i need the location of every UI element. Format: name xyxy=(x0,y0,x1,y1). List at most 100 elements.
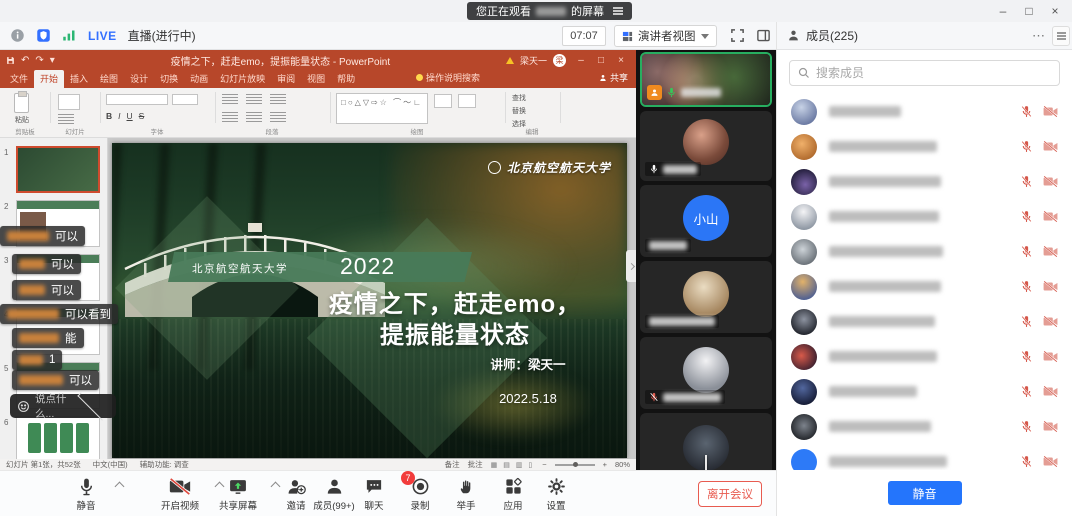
security-shield-icon[interactable] xyxy=(36,28,51,43)
member-row[interactable] xyxy=(777,444,1072,470)
member-row[interactable] xyxy=(777,234,1072,269)
paste-icon[interactable] xyxy=(14,93,29,113)
align-left-icon[interactable] xyxy=(222,112,238,122)
view-switcher-icons[interactable]: ▦ ▤ ▥ ▯ xyxy=(491,461,535,469)
chat-input-bar[interactable]: 说点什么... xyxy=(10,394,116,418)
mic-muted-icon[interactable] xyxy=(1020,105,1033,118)
font-size-select[interactable] xyxy=(172,94,198,105)
mic-muted-icon[interactable] xyxy=(1020,420,1033,433)
mic-muted-icon[interactable] xyxy=(1020,175,1033,188)
ribbon-tab[interactable]: 审阅 xyxy=(271,70,301,88)
start-video-button[interactable]: 开启视频 xyxy=(148,476,212,512)
mute-button[interactable]: 静音 xyxy=(54,476,118,512)
member-row[interactable] xyxy=(777,304,1072,339)
align-right-icon[interactable] xyxy=(270,112,286,122)
video-tile[interactable] xyxy=(640,413,772,470)
ribbon-tab[interactable]: 帮助 xyxy=(331,70,361,88)
tell-me-search[interactable]: 操作说明搜索 xyxy=(416,71,480,87)
ribbon-tab[interactable]: 动画 xyxy=(184,70,214,88)
camera-muted-icon[interactable] xyxy=(1043,455,1058,468)
info-icon[interactable] xyxy=(10,28,25,43)
shapes-gallery[interactable]: □○△▽⇨☆ ⌒〜∟ xyxy=(336,93,428,124)
collapse-chat-icon[interactable] xyxy=(77,392,105,420)
fullscreen-icon[interactable] xyxy=(730,28,745,43)
notes-button[interactable]: 备注 xyxy=(445,459,460,470)
video-tile[interactable]: 小山 xyxy=(640,185,772,257)
slide-thumbnail[interactable] xyxy=(16,254,100,301)
settings-button[interactable]: 设置 xyxy=(524,476,588,512)
slide-thumbnail[interactable] xyxy=(16,146,100,193)
member-row[interactable] xyxy=(777,199,1072,234)
camera-muted-icon[interactable] xyxy=(1043,245,1058,258)
ribbon-tab[interactable]: 绘图 xyxy=(94,70,124,88)
camera-muted-icon[interactable] xyxy=(1043,175,1058,188)
member-row[interactable] xyxy=(777,94,1072,129)
find-button[interactable]: 查找 xyxy=(512,92,526,105)
camera-muted-icon[interactable] xyxy=(1043,210,1058,223)
mute-all-button[interactable]: 静音 xyxy=(888,481,962,505)
watching-banner[interactable]: 您正在观看 的屏幕 xyxy=(467,2,632,20)
ribbon-tab[interactable]: 文件 xyxy=(4,70,34,88)
search-input[interactable] xyxy=(816,66,1051,80)
zoom-out-button[interactable]: − xyxy=(542,460,546,469)
scroll-more-indicator[interactable] xyxy=(705,455,707,469)
numbered-list-icon[interactable] xyxy=(246,94,262,104)
ppt-close-button[interactable]: × xyxy=(612,55,630,66)
ribbon-tab[interactable]: 幻灯片放映 xyxy=(214,70,271,88)
emoji-icon[interactable] xyxy=(17,400,30,413)
mic-muted-icon[interactable] xyxy=(1020,350,1033,363)
font-style-buttons[interactable]: BIUS xyxy=(106,111,144,121)
redo-icon[interactable]: ↷ xyxy=(35,56,43,66)
mic-muted-icon[interactable] xyxy=(1020,385,1033,398)
slide-thumbnail[interactable] xyxy=(16,416,100,463)
video-strip-collapse-handle[interactable] xyxy=(626,250,636,282)
member-row[interactable] xyxy=(777,409,1072,444)
member-row[interactable] xyxy=(777,164,1072,199)
font-name-select[interactable] xyxy=(106,94,168,105)
quick-styles-icon[interactable] xyxy=(458,94,476,108)
ppt-minimize-button[interactable]: – xyxy=(572,55,590,66)
ppt-account-name[interactable]: 梁天一 xyxy=(520,54,547,67)
share-screen-button[interactable]: 共享屏幕 xyxy=(206,476,270,512)
replace-button[interactable]: 替换 xyxy=(512,105,526,118)
video-tile[interactable] xyxy=(640,337,772,409)
mic-muted-icon[interactable] xyxy=(1020,280,1033,293)
arrange-icon[interactable] xyxy=(434,94,452,108)
ppt-account-avatar[interactable]: 梁 xyxy=(553,54,566,67)
save-icon[interactable] xyxy=(6,56,15,65)
paste-label[interactable]: 粘贴 xyxy=(8,115,36,125)
slide-layout-icon[interactable] xyxy=(58,114,74,124)
zoom-percent[interactable]: 80% xyxy=(615,460,630,469)
network-signal-icon[interactable] xyxy=(62,29,77,42)
leave-meeting-button[interactable]: 离开会议 xyxy=(698,481,762,507)
camera-muted-icon[interactable] xyxy=(1043,140,1058,153)
slide-thumbnail[interactable] xyxy=(16,308,100,355)
member-row[interactable] xyxy=(777,269,1072,304)
new-slide-icon[interactable] xyxy=(58,94,80,110)
mic-muted-icon[interactable] xyxy=(1020,455,1033,468)
mic-muted-icon[interactable] xyxy=(1020,210,1033,223)
zoom-in-button[interactable]: + xyxy=(603,460,607,469)
close-button[interactable]: × xyxy=(1042,0,1068,22)
camera-muted-icon[interactable] xyxy=(1043,280,1058,293)
video-tile[interactable] xyxy=(640,261,772,333)
camera-muted-icon[interactable] xyxy=(1043,315,1058,328)
camera-muted-icon[interactable] xyxy=(1043,385,1058,398)
member-row[interactable] xyxy=(777,129,1072,164)
quick-access-chevron-icon[interactable]: ▾ xyxy=(50,56,55,66)
ppt-maximize-button[interactable]: □ xyxy=(592,55,610,66)
camera-muted-icon[interactable] xyxy=(1043,105,1058,118)
mic-muted-icon[interactable] xyxy=(1020,140,1033,153)
indent-icon[interactable] xyxy=(270,94,286,104)
view-mode-selector[interactable]: 演讲者视图 xyxy=(614,25,717,47)
ribbon-tab[interactable]: 开始 xyxy=(34,70,64,88)
slide-thumbnail[interactable] xyxy=(16,200,100,247)
minimize-button[interactable]: – xyxy=(990,0,1016,22)
zoom-slider[interactable] xyxy=(555,464,595,466)
member-row[interactable] xyxy=(777,374,1072,409)
undo-icon[interactable]: ↶ xyxy=(21,56,29,66)
ribbon-tab[interactable]: 视图 xyxy=(301,70,331,88)
member-row[interactable] xyxy=(777,339,1072,374)
video-tile-speaker[interactable] xyxy=(640,52,772,107)
member-search-box[interactable] xyxy=(789,60,1060,86)
